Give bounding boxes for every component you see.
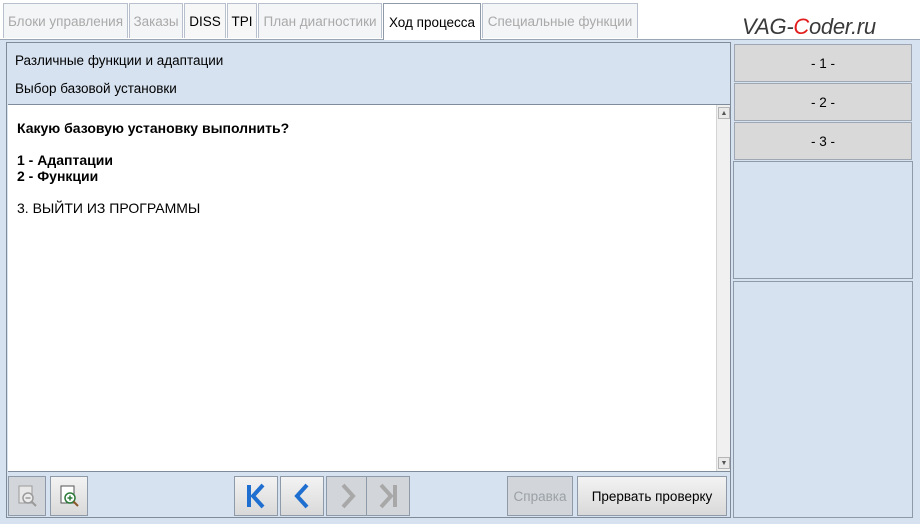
back-icon — [294, 483, 309, 509]
side-panel-upper — [733, 161, 913, 279]
tab-bar: Блоки управления Заказы DISS TPI План ди… — [0, 0, 920, 40]
scroll-up-icon[interactable]: ▲ — [718, 107, 730, 119]
option-adaptations: 1 - Адаптации — [17, 152, 113, 168]
skip-to-end-icon — [379, 483, 397, 509]
zoom-in-icon — [60, 485, 79, 507]
tab-process[interactable]: Ход процесса — [383, 3, 481, 40]
first-page-button[interactable] — [234, 476, 278, 516]
option-functions: 2 - Функции — [17, 168, 99, 184]
function-subtitle: Выбор базовой установки — [15, 81, 177, 96]
zoom-out-button[interactable] — [8, 476, 46, 516]
scroll-down-icon[interactable]: ▼ — [718, 457, 730, 469]
function-title: Различные функции и адаптации — [15, 53, 224, 68]
zoom-out-icon — [18, 485, 37, 507]
select-option-2-button[interactable]: - 2 - — [734, 83, 912, 121]
tab-tpi[interactable]: TPI — [227, 3, 257, 38]
tab-orders[interactable]: Заказы — [129, 3, 183, 38]
select-option-1-button[interactable]: - 1 - — [734, 44, 912, 82]
content-area: Какую базовую установку выполнить? 1 - А… — [8, 104, 730, 472]
tab-control-units[interactable]: Блоки управления — [3, 3, 128, 38]
select-option-3-button[interactable]: - 3 - — [734, 122, 912, 160]
back-button[interactable] — [280, 476, 324, 516]
last-page-button[interactable] — [366, 476, 410, 516]
option-exit: 3. ВЫЙТИ ИЗ ПРОГРАММЫ — [17, 200, 201, 216]
side-panel-lower — [733, 281, 913, 518]
skip-to-start-icon — [247, 483, 265, 509]
watermark-logo: VAG-Coder.ru — [742, 14, 876, 39]
zoom-in-button[interactable] — [50, 476, 88, 516]
main-frame: Различные функции и адаптации Выбор базо… — [6, 42, 731, 518]
content-text: Какую базовую установку выполнить? 1 - А… — [17, 120, 289, 216]
vertical-scrollbar[interactable]: ▲ ▼ — [716, 105, 730, 471]
tab-diss[interactable]: DISS — [184, 3, 226, 38]
abort-test-button[interactable]: Прервать проверку — [577, 476, 727, 516]
forward-icon — [341, 483, 356, 509]
help-button[interactable]: Справка — [507, 476, 573, 516]
tab-special-functions[interactable]: Специальные функции — [482, 3, 638, 38]
tab-diagnostic-plan[interactable]: План диагностики — [258, 3, 382, 38]
question-text: Какую базовую установку выполнить? — [17, 120, 290, 136]
forward-button[interactable] — [326, 476, 370, 516]
